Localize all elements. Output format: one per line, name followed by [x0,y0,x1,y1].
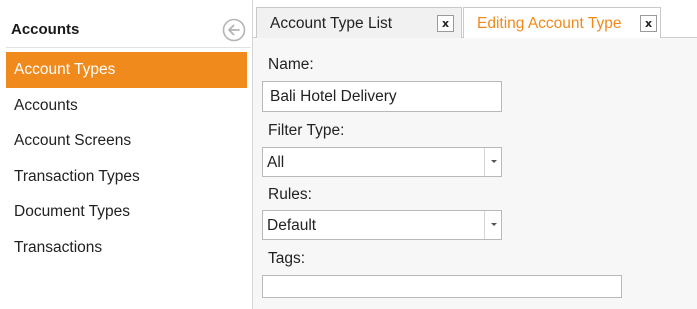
name-input[interactable] [262,81,502,112]
tags-label: Tags: [268,250,306,267]
tab-label: Editing Account Type [477,15,622,32]
close-tab-button[interactable]: x [640,15,657,32]
rules-select[interactable]: Default [262,210,502,240]
sidebar-item-account-types[interactable]: Account Types [6,52,247,88]
tags-input[interactable] [262,275,622,298]
document-tab-strip: Account Type List x Editing Account Type… [253,0,697,39]
sidebar-item-document-types[interactable]: Document Types [6,194,247,230]
navigation-header: Accounts [6,8,251,48]
sidebar-item-accounts[interactable]: Accounts [6,88,247,124]
filter-type-label: Filter Type: [268,122,345,139]
accounts-navigation-panel: Accounts Account Types Accounts Account … [0,0,253,309]
tab-account-type-list[interactable]: Account Type List x [256,7,462,38]
filter-type-select[interactable]: All [262,147,502,177]
sidebar-item-account-screens[interactable]: Account Screens [6,123,247,159]
chevron-down-icon[interactable] [484,211,501,239]
rules-label: Rules: [268,186,312,203]
tab-editing-account-type[interactable]: Editing Account Type x [463,7,661,39]
tab-label: Account Type List [270,15,393,32]
navigation-title: Accounts [11,21,80,38]
close-tab-button[interactable]: x [437,15,454,32]
sidebar-item-transactions[interactable]: Transactions [6,230,247,266]
arrow-left-circle-icon[interactable] [222,18,246,42]
filter-type-value: All [267,154,285,171]
name-label: Name: [268,56,314,73]
navigation-list: Account Types Accounts Account Screens T… [6,52,247,266]
account-type-editor: Name: Filter Type: All Rules: Default Ta… [253,38,697,309]
sidebar-item-transaction-types[interactable]: Transaction Types [6,159,247,195]
rules-value: Default [267,217,317,234]
chevron-down-icon[interactable] [484,148,501,176]
